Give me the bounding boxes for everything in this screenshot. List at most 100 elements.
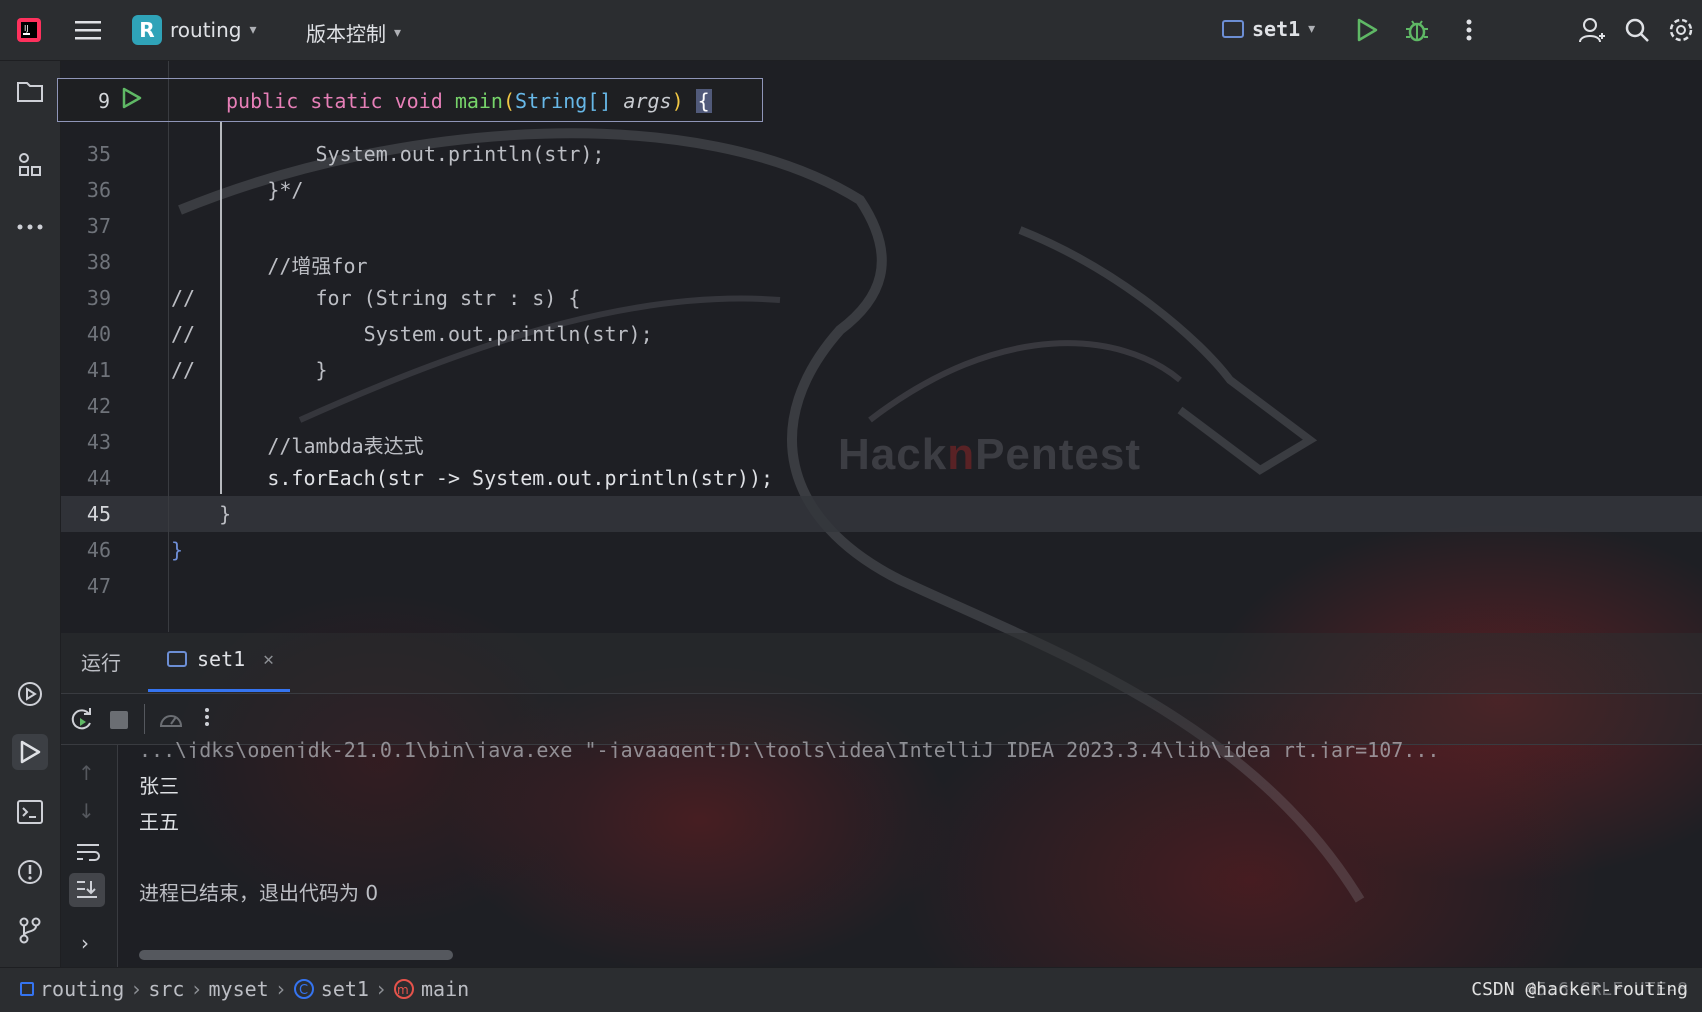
console-exit-message: 进程已结束，退出代码为 0: [139, 881, 379, 905]
terminal-tool-button[interactable]: [12, 794, 48, 830]
status-caret-encoding[interactable]: 45:6 CRLF UTF-8 CSDN @hacker-routing: [1471, 979, 1688, 1000]
status-bar: routing › src › myset › C set1 › m main …: [0, 967, 1702, 1012]
breadcrumb-item[interactable]: routing: [40, 977, 124, 1001]
breadcrumb-item[interactable]: set1: [321, 977, 369, 1001]
more-vertical-icon: [1466, 19, 1472, 41]
console-side-toolbar: ↑ ↓ ›: [61, 745, 118, 967]
sticky-method-header[interactable]: 9 public static void main(String[] args)…: [57, 78, 763, 122]
console-output-line: 王五: [139, 810, 179, 834]
rerun-icon: [71, 708, 91, 730]
run-button[interactable]: [1350, 13, 1384, 47]
line-number: 9: [98, 89, 111, 113]
run-config-selector[interactable]: set1 ▾: [1222, 17, 1315, 41]
gear-icon: [1669, 18, 1693, 42]
debug-button[interactable]: [1400, 13, 1434, 47]
more-actions-button[interactable]: [204, 706, 210, 732]
run-config-icon: [167, 651, 187, 667]
add-user-icon: [1579, 18, 1605, 43]
console-output-line: 张三: [139, 774, 179, 798]
stop-button[interactable]: [109, 710, 129, 734]
gutter-separator: [168, 79, 169, 121]
chevron-down-icon: ▾: [249, 22, 257, 38]
terminal-icon: [17, 800, 43, 824]
close-icon[interactable]: ✕: [263, 649, 274, 670]
run-icon: [1357, 18, 1378, 42]
stop-icon: [110, 711, 128, 729]
module-icon: [20, 982, 34, 996]
chevron-right-icon[interactable]: ›: [81, 931, 89, 955]
run-tool-window-tabs: 运行 set1 ✕: [61, 633, 1702, 694]
code-with-me-button[interactable]: [1575, 13, 1609, 47]
structure-icon: [19, 153, 41, 176]
active-tab-indicator: [148, 689, 290, 692]
code-editor[interactable]: [61, 61, 1702, 632]
search-button[interactable]: [1620, 13, 1654, 47]
soft-wrap-button[interactable]: [75, 841, 101, 867]
vcs-menu-label: 版本控制: [306, 22, 386, 46]
scroll-to-end-icon: [77, 881, 97, 898]
indent-guide: [220, 122, 222, 494]
chevron-right-icon: ›: [274, 977, 287, 1001]
warning-circle-icon: [18, 860, 42, 884]
more-tools-button[interactable]: [12, 209, 48, 245]
method-signature: public static void main(String[] args) {: [226, 89, 712, 113]
gutter-separator: [168, 61, 169, 632]
breadcrumb-item[interactable]: src: [148, 977, 184, 1001]
scroll-to-end-button[interactable]: [69, 873, 105, 907]
gauge-icon: [159, 715, 183, 727]
chevron-right-icon: ›: [130, 977, 143, 1001]
chevron-down-icon: ▾: [1308, 21, 1316, 37]
csdn-watermark: CSDN @hacker-routing: [1471, 979, 1688, 1000]
scroll-down-icon[interactable]: ↓: [78, 799, 95, 823]
folder-icon: [17, 82, 43, 102]
main-toolbar: IJ R routing ▾ 版本控制 ▾ set1 ▾: [0, 0, 1702, 61]
svg-text:IJ: IJ: [24, 24, 29, 33]
run-tool-button[interactable]: [12, 734, 48, 770]
soft-wrap-icon: [77, 844, 100, 861]
svg-text:C: C: [299, 983, 308, 998]
breadcrumb: routing › src › myset › C set1 › m main: [20, 977, 469, 1001]
tab-set1[interactable]: set1 ✕: [167, 647, 274, 671]
git-branch-icon: [19, 917, 41, 944]
vcs-menu[interactable]: 版本控制 ▾: [306, 18, 401, 47]
console-command-line: ...\jdks\openjdk-21.0.1\bin\java.exe "-j…: [139, 738, 1440, 758]
main-menu-hamburger-icon[interactable]: [71, 13, 105, 47]
tab-set1-label: set1: [197, 647, 246, 671]
tab-run-label: 运行: [81, 651, 121, 675]
project-switcher[interactable]: R routing ▾: [132, 15, 257, 45]
run-config-icon: [1222, 20, 1244, 38]
chevron-down-icon: ▾: [394, 24, 402, 41]
project-name: routing: [170, 18, 242, 42]
run-config-name: set1: [1252, 17, 1301, 41]
services-icon: [18, 682, 42, 706]
chevron-right-icon: ›: [374, 977, 387, 1001]
svg-text:m: m: [397, 983, 409, 997]
run-icon: [20, 740, 41, 764]
horizontal-scrollbar[interactable]: [139, 950, 453, 960]
intellij-logo-icon[interactable]: IJ: [12, 13, 46, 47]
chevron-right-icon: ›: [190, 977, 203, 1001]
scroll-up-icon[interactable]: ↑: [78, 761, 95, 785]
breadcrumb-item[interactable]: main: [421, 977, 469, 1001]
breadcrumb-item[interactable]: myset: [209, 977, 269, 1001]
bug-icon: [1406, 20, 1428, 42]
problems-tool-button[interactable]: [12, 854, 48, 890]
git-tool-button[interactable]: [12, 912, 48, 948]
class-icon: C: [293, 979, 314, 999]
rerun-button[interactable]: [69, 706, 95, 736]
run-gutter-icon[interactable]: [120, 86, 142, 115]
search-icon: [1625, 18, 1649, 42]
settings-button[interactable]: [1664, 13, 1698, 47]
more-vertical-icon: [205, 708, 209, 726]
more-horizontal-icon: [17, 224, 43, 230]
project-badge: R: [132, 15, 162, 45]
left-tool-strip: [0, 61, 61, 967]
tab-run[interactable]: 运行: [81, 647, 121, 676]
structure-tool-button[interactable]: [12, 147, 48, 183]
more-actions-button[interactable]: [1452, 13, 1486, 47]
project-tool-button[interactable]: [12, 73, 48, 109]
services-tool-button[interactable]: [12, 676, 48, 712]
profiler-button[interactable]: [157, 706, 185, 736]
toolbar-divider: [144, 704, 145, 734]
method-icon: m: [394, 979, 414, 999]
